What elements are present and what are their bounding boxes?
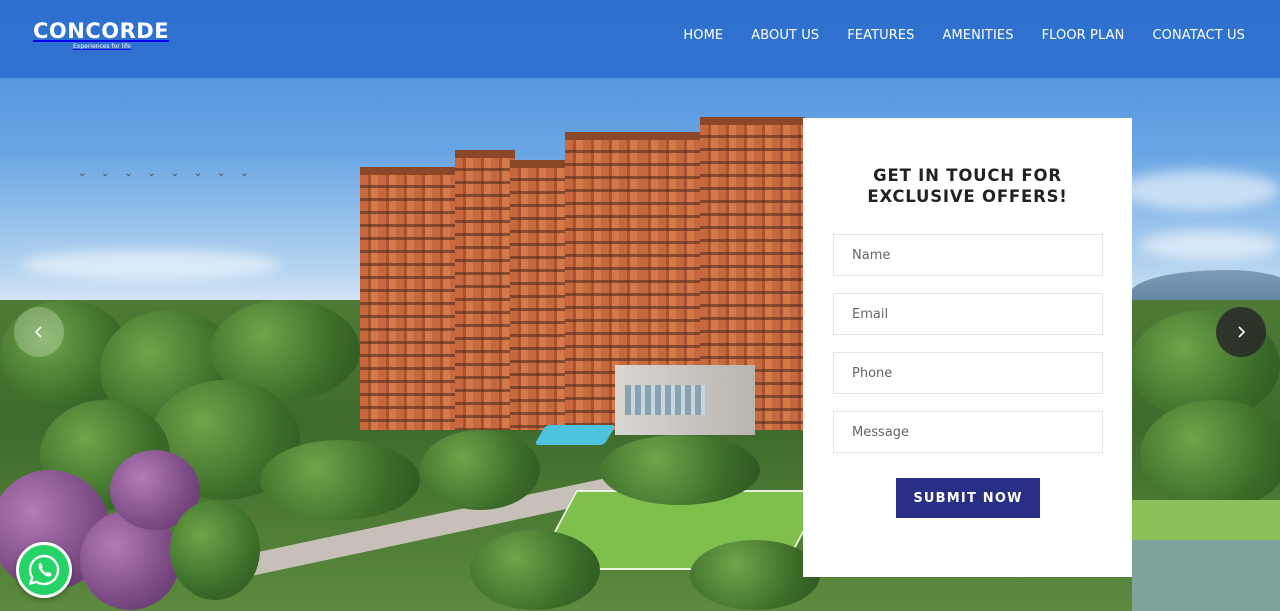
tree (470, 530, 600, 610)
form-title: GET IN TOUCH FOR EXCLUSIVE OFFERS! (803, 165, 1132, 207)
whatsapp-button[interactable] (16, 542, 72, 598)
submit-button[interactable]: SUBMIT NOW (896, 478, 1040, 518)
tree (690, 540, 820, 610)
tree (170, 500, 260, 600)
nav-item-features: FEATURES (847, 26, 914, 44)
phone-input[interactable] (833, 352, 1103, 394)
brand-logo[interactable]: CONCORDE Experiences for life (33, 19, 169, 51)
nav-item-about-us: ABOUT US (751, 26, 819, 44)
nav-item-floor-plan: FLOOR PLAN (1042, 26, 1125, 44)
tree (600, 435, 760, 505)
form-title-line-1: GET IN TOUCH FOR (873, 166, 1062, 185)
tree (1140, 400, 1280, 510)
slider-prev-button[interactable] (14, 307, 64, 357)
site-header: CONCORDE Experiences for life HOME ABOUT… (0, 0, 1280, 78)
brand-name: CONCORDE (33, 19, 170, 43)
lake (1132, 540, 1280, 611)
email-input[interactable] (833, 293, 1103, 335)
whatsapp-icon (28, 554, 60, 586)
nav-link-home[interactable]: HOME (683, 28, 723, 43)
nav-item-amenities: AMENITIES (943, 26, 1014, 44)
tower (455, 150, 515, 430)
lawn (1132, 500, 1280, 545)
main-nav: HOME ABOUT US FEATURES AMENITIES FLOOR P… (683, 26, 1245, 44)
tower (360, 167, 460, 430)
nav-link-floor-plan[interactable]: FLOOR PLAN (1042, 28, 1125, 43)
swimming-pool (534, 425, 616, 445)
chevron-right-icon (1238, 326, 1246, 338)
nav-link-contact-us[interactable]: CONATACT US (1152, 28, 1245, 43)
clubhouse (615, 365, 755, 435)
nav-item-contact-us: CONATACT US (1152, 26, 1245, 44)
message-input[interactable] (833, 411, 1103, 453)
brand-tagline: Experiences for life (73, 43, 131, 50)
name-input[interactable] (833, 234, 1103, 276)
tree (420, 430, 540, 510)
nav-item-home: HOME (683, 26, 723, 44)
tree (260, 440, 420, 520)
nav-link-amenities[interactable]: AMENITIES (943, 28, 1014, 43)
enquiry-form: GET IN TOUCH FOR EXCLUSIVE OFFERS! SUBMI… (803, 118, 1132, 577)
form-title-line-2: EXCLUSIVE OFFERS! (867, 187, 1068, 206)
slider-next-button[interactable] (1216, 307, 1266, 357)
tower (510, 160, 570, 430)
chevron-left-icon (34, 326, 42, 338)
nav-link-features[interactable]: FEATURES (847, 28, 914, 43)
nav-link-about-us[interactable]: ABOUT US (751, 28, 819, 43)
